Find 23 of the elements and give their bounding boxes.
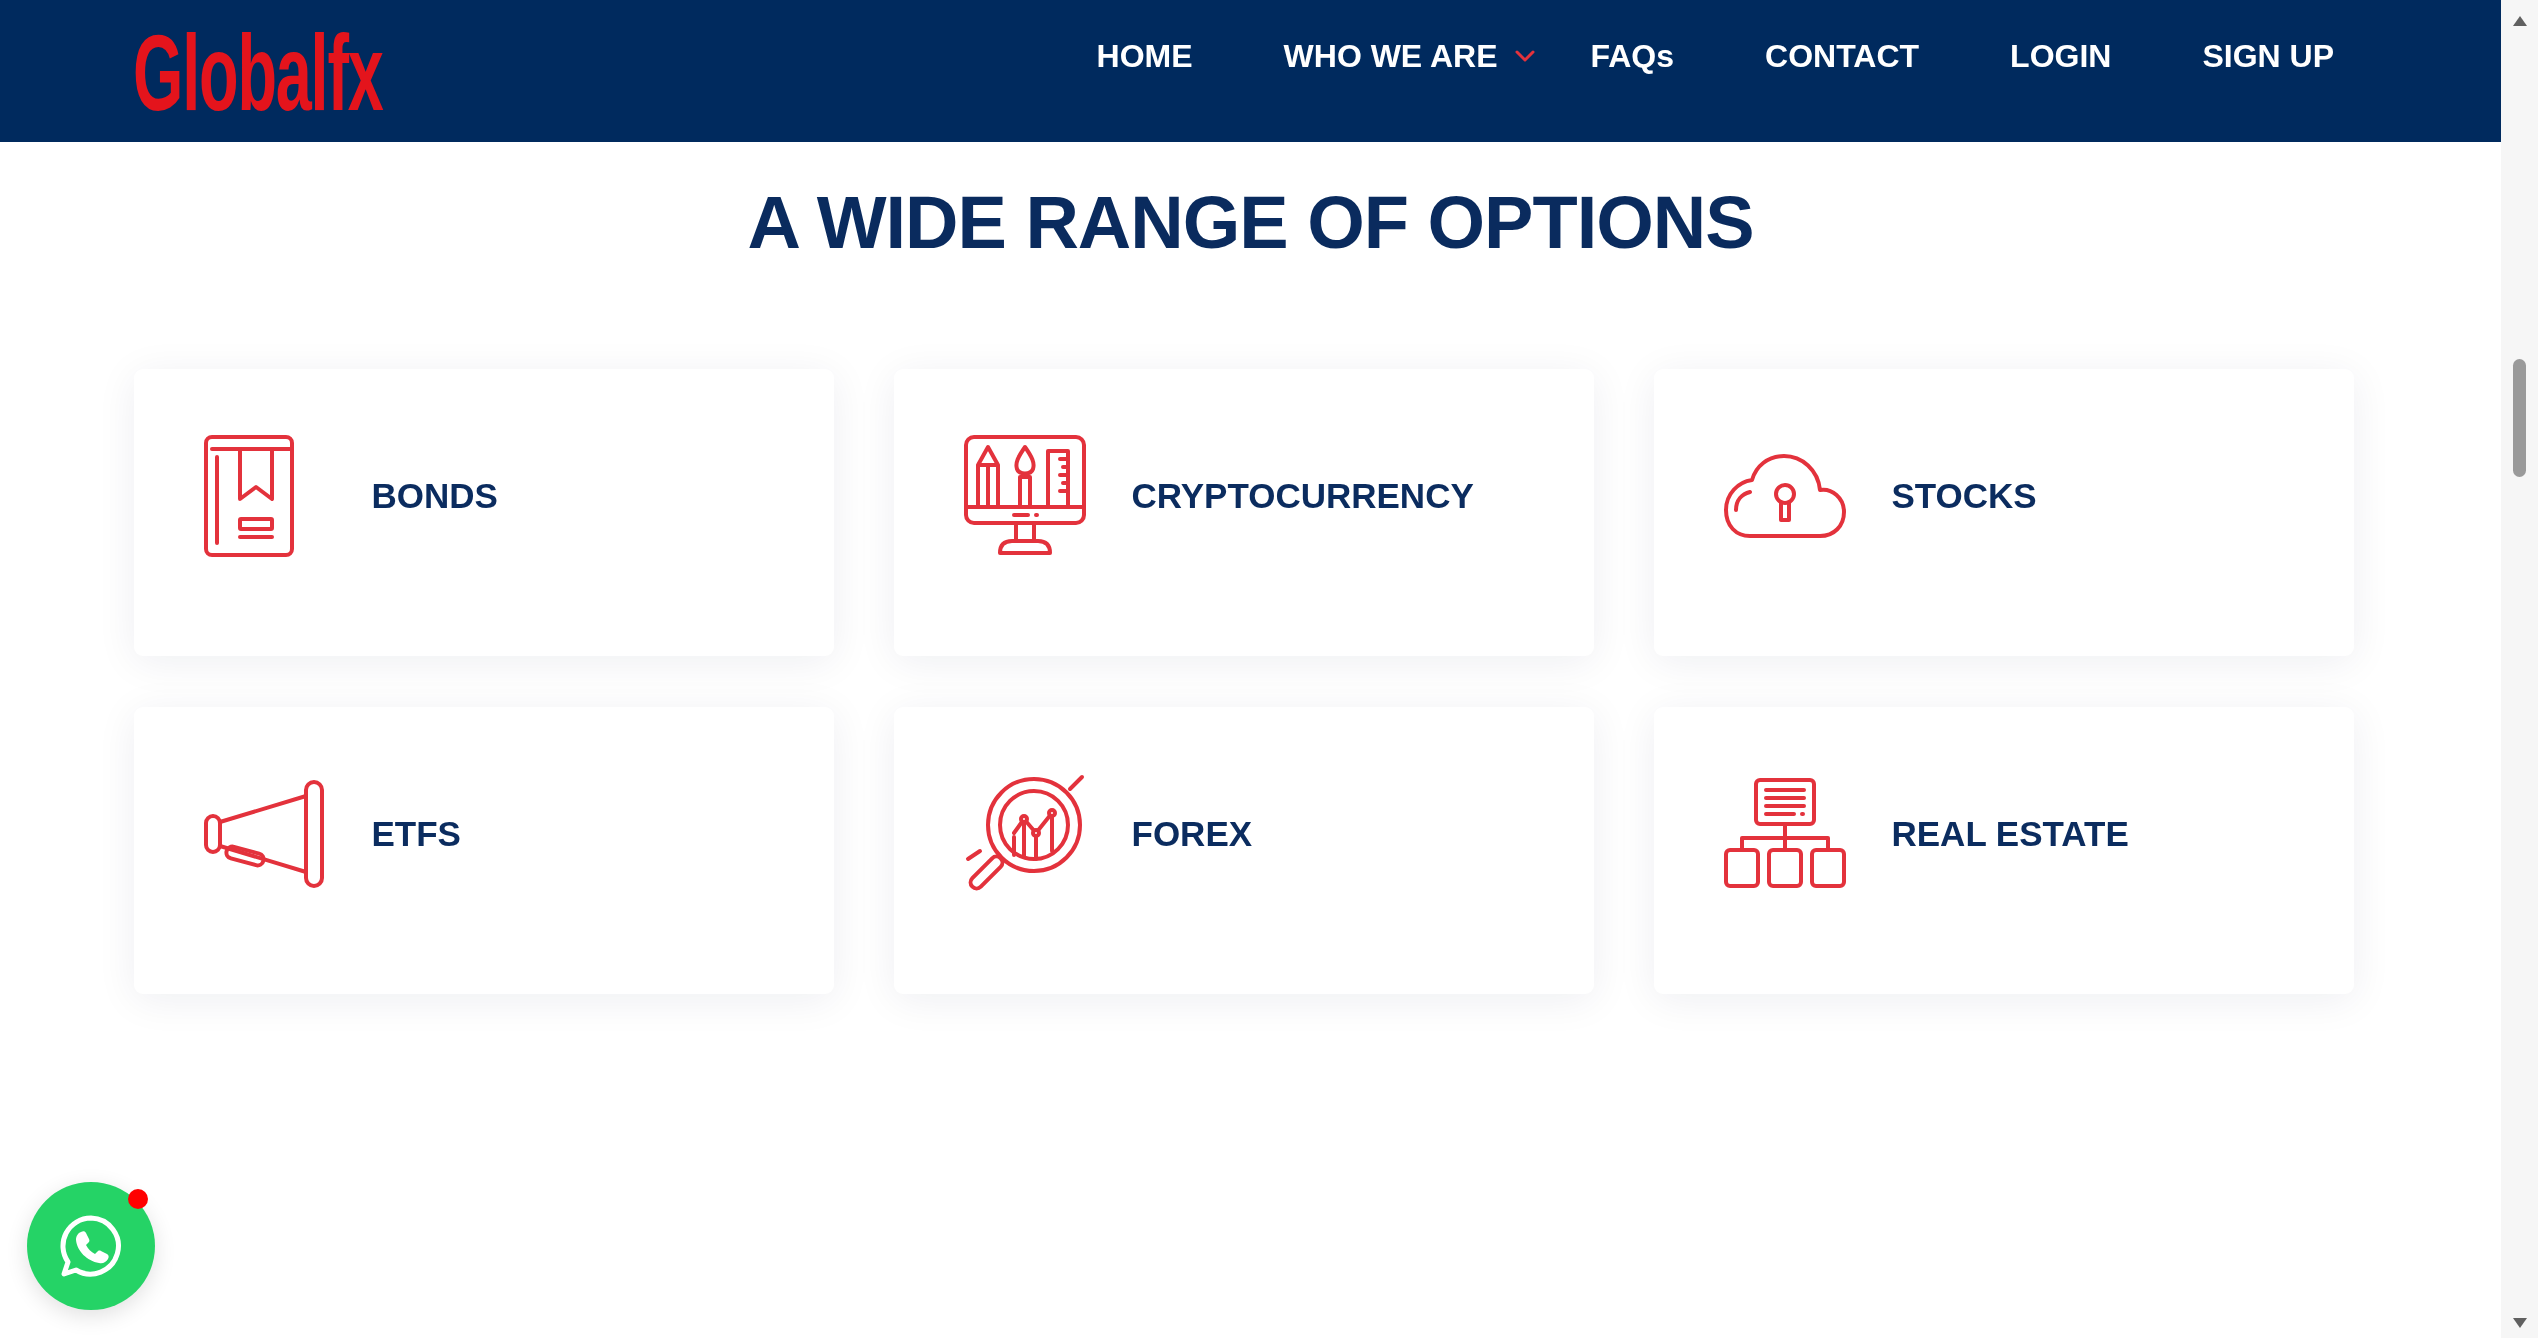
book-icon — [203, 434, 294, 557]
megaphone-icon — [203, 779, 326, 888]
scrollbar[interactable] — [2501, 0, 2538, 1338]
section-title: A WIDE RANGE OF OPTIONS — [747, 180, 1754, 266]
nav-link[interactable]: HOME — [1096, 40, 1193, 72]
card-title: BONDS — [371, 475, 498, 516]
nav-link[interactable]: CONTACT — [1765, 40, 1920, 72]
card-title: REAL ESTATE — [1891, 813, 2129, 854]
nav-link[interactable]: WHO WE ARE — [1283, 40, 1500, 72]
org-chart-icon — [1723, 777, 1846, 890]
card-title: ETFS — [371, 813, 461, 854]
monitor-drawing-tools-icon — [963, 434, 1086, 557]
card-title: STOCKS — [1891, 475, 2037, 516]
card-title: FOREX — [1131, 813, 1253, 854]
scroll-up-arrow-icon[interactable] — [2512, 16, 2527, 26]
card-title: CRYPTOCURRENCY — [1131, 475, 1474, 516]
scrollbar-thumb[interactable] — [2513, 359, 2526, 477]
nav-link[interactable]: FAQs — [1590, 40, 1675, 72]
nav-link[interactable]: LOGIN — [2010, 40, 2112, 72]
nav-link[interactable]: SIGN UP — [2202, 40, 2334, 72]
phone-bubble-icon — [59, 1214, 123, 1278]
cloud-keyhole-icon — [1723, 451, 1846, 540]
scroll-down-arrow-icon[interactable] — [2512, 1318, 2527, 1328]
